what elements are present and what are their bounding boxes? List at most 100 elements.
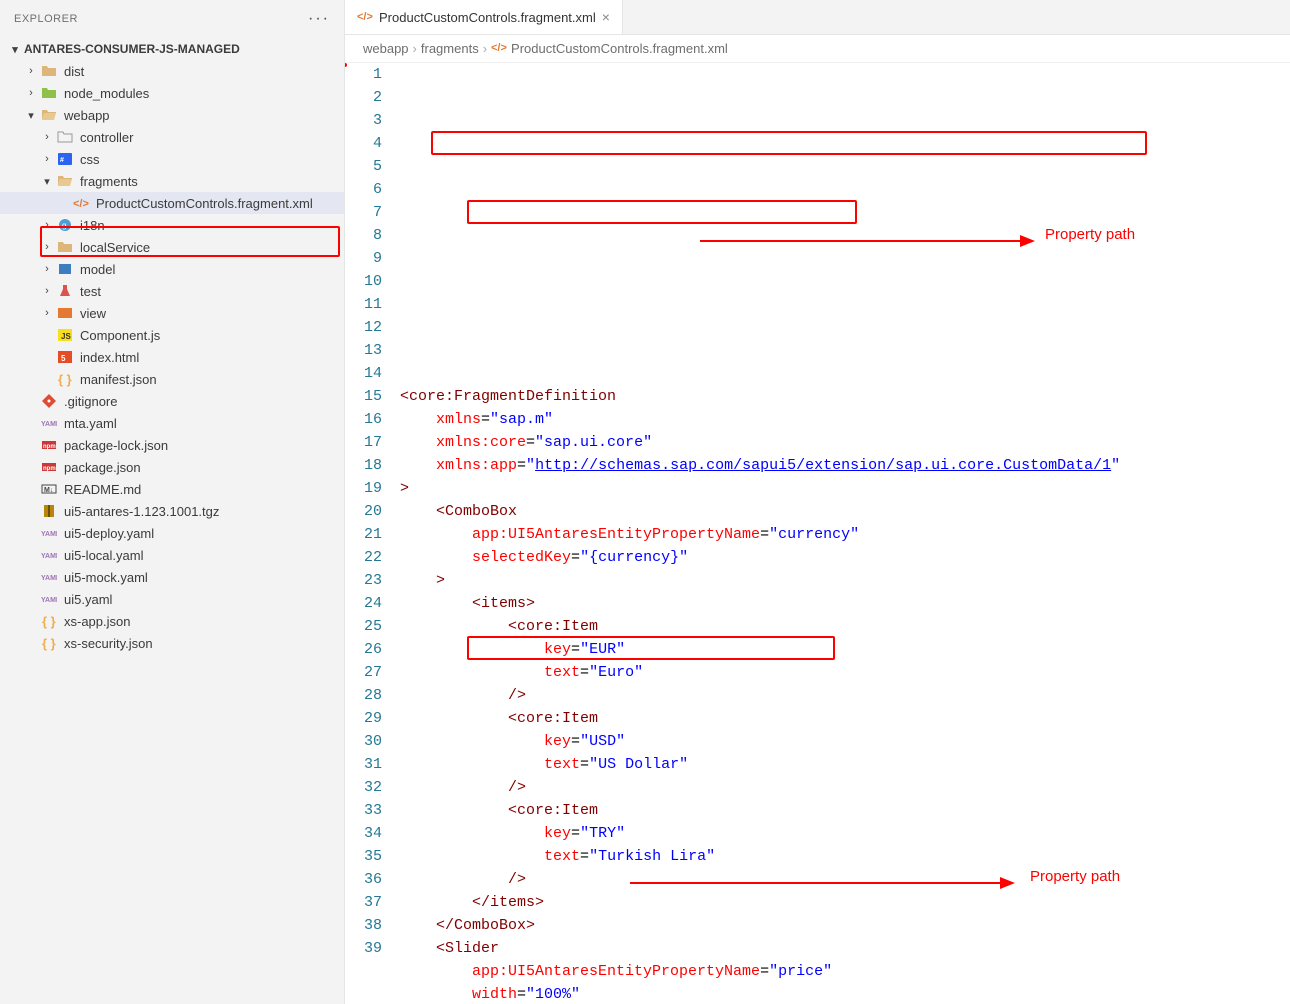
tree-item-view[interactable]: ›view — [0, 302, 344, 324]
code-line[interactable]: text="US Dollar" — [400, 753, 1290, 776]
line-number: 39 — [345, 937, 382, 960]
tree-item-package-json[interactable]: ·npmpackage.json — [0, 456, 344, 478]
test-icon — [56, 283, 74, 299]
code-line[interactable]: <core:Item — [400, 615, 1290, 638]
line-number: 7 — [345, 201, 382, 224]
folder-open-icon — [56, 173, 74, 189]
code-line[interactable]: > — [400, 569, 1290, 592]
breadcrumb-seg[interactable]: fragments — [421, 41, 479, 56]
code-line[interactable]: <items> — [400, 592, 1290, 615]
code-line[interactable]: <core:Item — [400, 707, 1290, 730]
line-number: 10 — [345, 270, 382, 293]
code-line[interactable]: text="Euro" — [400, 661, 1290, 684]
code-line[interactable]: /> — [400, 776, 1290, 799]
line-number: 32 — [345, 776, 382, 799]
code-line[interactable]: text="Turkish Lira" — [400, 845, 1290, 868]
chevron-right-icon: › — [40, 285, 54, 297]
chevron-down-icon: ▾ — [8, 43, 22, 56]
code-line[interactable]: key="USD" — [400, 730, 1290, 753]
chevron-right-icon: › — [40, 219, 54, 231]
tree-item-label: css — [80, 152, 100, 167]
tree-item-ui5-mock-yaml[interactable]: ·YAMLui5-mock.yaml — [0, 566, 344, 588]
line-number: 27 — [345, 661, 382, 684]
tree-item-controller[interactable]: ›controller — [0, 126, 344, 148]
tree-item-fragments[interactable]: ▾fragments — [0, 170, 344, 192]
tree-item-index-html[interactable]: ·5index.html — [0, 346, 344, 368]
code-line[interactable]: xmlns="sap.m" — [400, 408, 1290, 431]
tree-item-i18n[interactable]: ›gi18n — [0, 214, 344, 236]
tree-item-label: dist — [64, 64, 84, 79]
code-line[interactable]: /> — [400, 684, 1290, 707]
tree-item-productcustomcontrols-fragment-xml[interactable]: ·</>ProductCustomControls.fragment.xml — [0, 192, 344, 214]
tree-item-readme-md[interactable]: ·M↓README.md — [0, 478, 344, 500]
line-number: 14 — [345, 362, 382, 385]
tree-item-label: package.json — [64, 460, 141, 475]
tab-active[interactable]: </> ProductCustomControls.fragment.xml × — [345, 0, 623, 34]
tree-item-label: webapp — [64, 108, 110, 123]
file-tree: ›dist›node_modules▾webapp›controller›#cs… — [0, 60, 344, 1004]
project-root[interactable]: ▾ ANTARES-CONSUMER-JS-MANAGED — [0, 38, 344, 60]
close-icon[interactable]: × — [602, 9, 610, 25]
svg-text:5: 5 — [61, 354, 66, 363]
git-icon — [40, 393, 58, 409]
code-line[interactable]: <core:Item — [400, 799, 1290, 822]
tree-item--gitignore[interactable]: ·.gitignore — [0, 390, 344, 412]
code-line[interactable]: xmlns:core="sap.ui.core" — [400, 431, 1290, 454]
tree-item-ui5-yaml[interactable]: ·YAMLui5.yaml — [0, 588, 344, 610]
tree-item-mta-yaml[interactable]: ·YAMLmta.yaml — [0, 412, 344, 434]
code-line[interactable]: selectedKey="{currency}" — [400, 546, 1290, 569]
breadcrumb-seg[interactable]: webapp — [363, 41, 409, 56]
tree-item-manifest-json[interactable]: ·{ }manifest.json — [0, 368, 344, 390]
code-line[interactable]: /> — [400, 868, 1290, 891]
code-line[interactable]: <Slider — [400, 937, 1290, 960]
tree-item-localservice[interactable]: ›localService — [0, 236, 344, 258]
tree-item-webapp[interactable]: ▾ webapp — [0, 104, 344, 126]
tree-item-label: xs-app.json — [64, 614, 130, 629]
tree-item-ui5-local-yaml[interactable]: ·YAMLui5-local.yaml — [0, 544, 344, 566]
code-line[interactable]: app:UI5AntaresEntityPropertyName="curren… — [400, 523, 1290, 546]
line-number: 19 — [345, 477, 382, 500]
code-line[interactable]: key="EUR" — [400, 638, 1290, 661]
line-number: 17 — [345, 431, 382, 454]
tree-item-xs-security-json[interactable]: ·{ }xs-security.json — [0, 632, 344, 654]
code-line[interactable]: > — [400, 477, 1290, 500]
code-content[interactable]: Property path Property path <core:Fragme… — [400, 63, 1290, 1004]
line-number: 26 — [345, 638, 382, 661]
svg-text:{ }: { } — [42, 636, 56, 651]
tree-item-node-modules[interactable]: ›node_modules — [0, 82, 344, 104]
more-actions-icon[interactable]: ··· — [308, 10, 330, 28]
code-line[interactable]: </ComboBox> — [400, 914, 1290, 937]
code-line[interactable]: </items> — [400, 891, 1290, 914]
line-number: 9 — [345, 247, 382, 270]
breadcrumb-seg[interactable]: ProductCustomControls.fragment.xml — [511, 41, 728, 56]
code-editor[interactable]: 1234567891011121314151617181920212223242… — [345, 63, 1290, 1004]
code-line[interactable]: width="100%" — [400, 983, 1290, 1004]
explorer-sidebar: EXPLORER ··· ▾ ANTARES-CONSUMER-JS-MANAG… — [0, 0, 345, 1004]
tree-item-xs-app-json[interactable]: ·{ }xs-app.json — [0, 610, 344, 632]
tree-item-model[interactable]: ›model — [0, 258, 344, 280]
tree-item-label: manifest.json — [80, 372, 157, 387]
tree-item-dist[interactable]: ›dist — [0, 60, 344, 82]
editor-area: </> ProductCustomControls.fragment.xml ×… — [345, 0, 1290, 1004]
tree-item-ui5-antares-1-123-1001-tgz[interactable]: ·ui5-antares-1.123.1001.tgz — [0, 500, 344, 522]
tree-item-ui5-deploy-yaml[interactable]: ·YAMLui5-deploy.yaml — [0, 522, 344, 544]
folder-grey-icon — [56, 129, 74, 145]
tree-item-css[interactable]: ›#css — [0, 148, 344, 170]
tree-item-label: node_modules — [64, 86, 149, 101]
code-line[interactable]: <core:FragmentDefinition — [400, 385, 1290, 408]
line-number: 22 — [345, 546, 382, 569]
code-line[interactable]: <ComboBox — [400, 500, 1290, 523]
highlight-currency-attr — [467, 200, 857, 224]
i18n-icon: g — [56, 217, 74, 233]
npm-icon: npm — [40, 437, 58, 453]
line-number: 5 — [345, 155, 382, 178]
tree-item-component-js[interactable]: ·JSComponent.js — [0, 324, 344, 346]
view-icon — [56, 305, 74, 321]
line-number: 35 — [345, 845, 382, 868]
tree-item-test[interactable]: ›test — [0, 280, 344, 302]
code-line[interactable]: key="TRY" — [400, 822, 1290, 845]
code-line[interactable]: xmlns:app="http://schemas.sap.com/sapui5… — [400, 454, 1290, 477]
code-line[interactable]: app:UI5AntaresEntityPropertyName="price" — [400, 960, 1290, 983]
tree-item-package-lock-json[interactable]: ·npmpackage-lock.json — [0, 434, 344, 456]
chevron-down-icon: ▾ — [24, 109, 38, 122]
